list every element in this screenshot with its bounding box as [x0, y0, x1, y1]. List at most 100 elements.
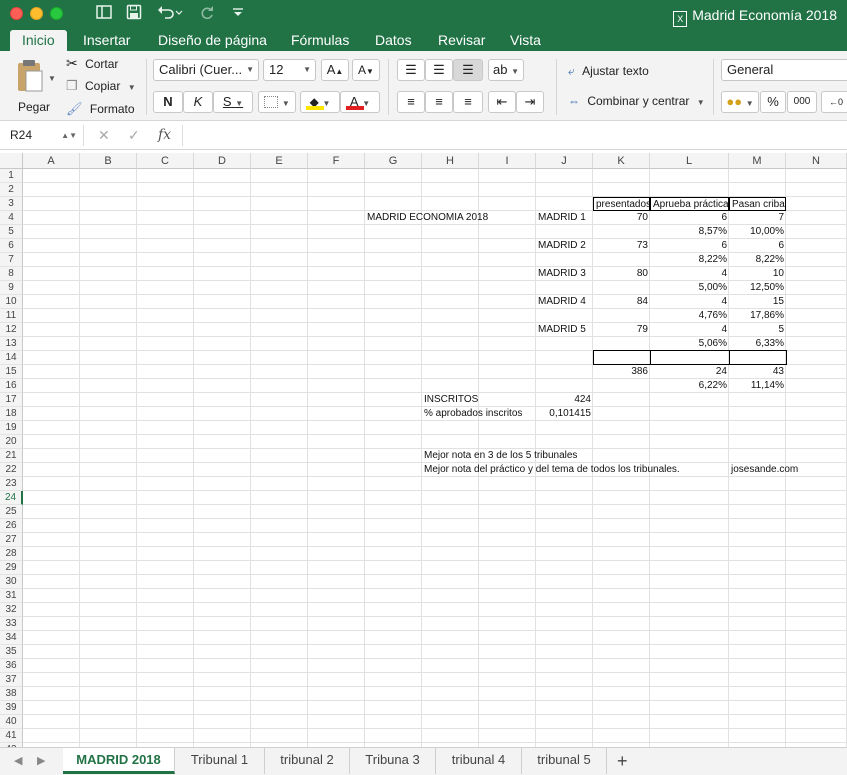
sheet-tab-tribuna-3[interactable]: Tribuna 3	[350, 748, 436, 774]
cell-m6[interactable]: 6	[729, 239, 786, 253]
cell-h22[interactable]: Mejor nota del práctico y del tema de to…	[422, 463, 680, 477]
align-right-button[interactable]: ≡	[453, 91, 483, 113]
paste-button[interactable]: ▼ Pegar	[12, 57, 56, 117]
formula-input[interactable]	[182, 125, 847, 146]
row-header-4[interactable]: 4	[0, 211, 23, 225]
align-bottom-button[interactable]: ☰	[453, 59, 483, 81]
cell-m3[interactable]: Pasan criba	[729, 197, 786, 211]
column-header-c[interactable]: C	[137, 153, 194, 169]
cell-k10[interactable]: 84	[593, 295, 650, 309]
column-header-b[interactable]: B	[80, 153, 137, 169]
cell-l15[interactable]: 24	[650, 365, 729, 379]
cell-j18[interactable]: 0,101415	[536, 407, 593, 421]
cell-j8[interactable]: MADRID 3	[536, 267, 593, 281]
cell-k3[interactable]: presentados	[593, 197, 650, 211]
column-header-e[interactable]: E	[251, 153, 308, 169]
tab-diseno-de-pagina[interactable]: Diseño de página	[146, 30, 279, 51]
cell-h21[interactable]: Mejor nota en 3 de los 5 tribunales	[422, 449, 577, 463]
row-header-5[interactable]: 5	[0, 225, 23, 239]
row-header-24[interactable]: 24	[0, 491, 23, 505]
row-header-1[interactable]: 1	[0, 169, 23, 183]
cell-k14[interactable]	[593, 350, 651, 365]
format-painter-button[interactable]: 🖌 Formato	[66, 101, 135, 117]
row-header-40[interactable]: 40	[0, 715, 23, 729]
cell-k4[interactable]: 70	[593, 211, 650, 225]
minimize-window-button[interactable]	[30, 7, 43, 20]
row-header-38[interactable]: 38	[0, 687, 23, 701]
row-header-35[interactable]: 35	[0, 645, 23, 659]
cell-l3[interactable]: Aprueba práctica	[650, 197, 729, 211]
orientation-button[interactable]: ab ▼	[488, 59, 524, 81]
cell-m15[interactable]: 43	[729, 365, 786, 379]
thousands-button[interactable]: 000	[787, 91, 817, 113]
number-format-select[interactable]: General	[721, 59, 847, 81]
merge-center-button[interactable]: ⇔ Combinar y centrar ▼	[568, 93, 705, 111]
bold-button[interactable]: N	[153, 91, 183, 113]
customize-icon[interactable]	[232, 4, 244, 24]
row-header-22[interactable]: 22	[0, 463, 23, 477]
enter-icon[interactable]: ✓	[128, 126, 140, 144]
row-header-37[interactable]: 37	[0, 673, 23, 687]
column-header-h[interactable]: H	[422, 153, 479, 169]
cell-l14[interactable]	[650, 350, 730, 365]
row-header-17[interactable]: 17	[0, 393, 23, 407]
row-header-25[interactable]: 25	[0, 505, 23, 519]
row-header-30[interactable]: 30	[0, 575, 23, 589]
cell-k12[interactable]: 79	[593, 323, 650, 337]
sheet-tab-tribunal-5[interactable]: tribunal 5	[522, 748, 607, 774]
tab-revisar[interactable]: Revisar	[426, 30, 497, 51]
row-header-39[interactable]: 39	[0, 701, 23, 715]
row-header-23[interactable]: 23	[0, 477, 23, 491]
increase-indent-button[interactable]: ⇥	[516, 91, 544, 113]
align-top-button[interactable]: ☰	[397, 59, 425, 81]
row-header-36[interactable]: 36	[0, 659, 23, 673]
row-header-21[interactable]: 21	[0, 449, 23, 463]
cell-l6[interactable]: 6	[650, 239, 729, 253]
cell-k15[interactable]: 386	[593, 365, 650, 379]
align-left-button[interactable]: ≡	[397, 91, 425, 113]
row-header-20[interactable]: 20	[0, 435, 23, 449]
sheet-tab-tribunal-2[interactable]: tribunal 2	[265, 748, 350, 774]
sheet-tab-tribunal-4[interactable]: tribunal 4	[436, 748, 522, 774]
cell-m8[interactable]: 10	[729, 267, 786, 281]
cell-k8[interactable]: 80	[593, 267, 650, 281]
zoom-window-button[interactable]	[50, 7, 63, 20]
row-header-29[interactable]: 29	[0, 561, 23, 575]
row-header-11[interactable]: 11	[0, 309, 23, 323]
row-header-10[interactable]: 10	[0, 295, 23, 309]
cell-l9[interactable]: 5,00%	[650, 281, 729, 295]
align-center-button[interactable]: ≡	[425, 91, 453, 113]
underline-button[interactable]: S ▼	[213, 91, 253, 113]
cell-m16[interactable]: 11,14%	[729, 379, 786, 393]
row-header-19[interactable]: 19	[0, 421, 23, 435]
row-header-18[interactable]: 18	[0, 407, 23, 421]
cell-g4[interactable]: MADRID ECONOMIA 2018	[365, 211, 488, 225]
cell-h18[interactable]: % aprobados inscritos	[422, 407, 522, 421]
decrease-font-button[interactable]: A▼	[352, 59, 380, 81]
save-icon[interactable]	[126, 4, 142, 24]
row-header-8[interactable]: 8	[0, 267, 23, 281]
increase-decimal-button[interactable]: ←0	[821, 91, 847, 113]
decrease-indent-button[interactable]: ⇤	[488, 91, 516, 113]
cell-l7[interactable]: 8,22%	[650, 253, 729, 267]
previous-sheet-icon[interactable]: ◀	[14, 754, 22, 767]
cell-k6[interactable]: 73	[593, 239, 650, 253]
increase-font-button[interactable]: A▲	[321, 59, 349, 81]
fill-color-button[interactable]: ◆ ▼	[300, 91, 340, 113]
column-header-a[interactable]: A	[23, 153, 80, 169]
tab-insertar[interactable]: Insertar	[71, 30, 142, 51]
copy-dropdown-icon[interactable]: ▼	[128, 83, 136, 92]
row-header-15[interactable]: 15	[0, 365, 23, 379]
row-header-33[interactable]: 33	[0, 617, 23, 631]
row-header-28[interactable]: 28	[0, 547, 23, 561]
paste-dropdown-icon[interactable]: ▼	[48, 71, 56, 87]
cancel-icon[interactable]: ✕	[98, 126, 110, 144]
cell-l12[interactable]: 4	[650, 323, 729, 337]
row-header-41[interactable]: 41	[0, 729, 23, 743]
tab-formulas[interactable]: Fórmulas	[279, 30, 361, 51]
align-middle-button[interactable]: ☰	[425, 59, 453, 81]
cell-m7[interactable]: 8,22%	[729, 253, 786, 267]
percent-button[interactable]: %	[760, 91, 786, 113]
font-name-select[interactable]: Calibri (Cuer... ▼	[153, 59, 259, 81]
row-header-13[interactable]: 13	[0, 337, 23, 351]
